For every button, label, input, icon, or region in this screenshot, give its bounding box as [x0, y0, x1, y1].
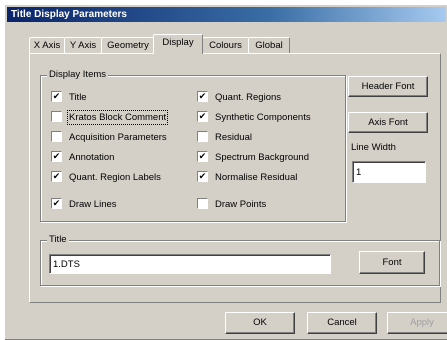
- checkbox-draw-points[interactable]: Draw Points: [197, 198, 266, 211]
- checkbox-draw-lines[interactable]: ✔ Draw Lines: [51, 198, 117, 211]
- checkbox-synthetic-components[interactable]: ✔ Synthetic Components: [197, 111, 311, 124]
- apply-button[interactable]: Apply: [387, 312, 447, 334]
- header-font-button[interactable]: Header Font: [348, 76, 428, 97]
- title-font-button[interactable]: Font: [359, 251, 425, 274]
- checkbox-box[interactable]: ✔: [51, 198, 62, 209]
- checkbox-box[interactable]: ✔: [197, 151, 208, 162]
- tab-colours[interactable]: Colours: [202, 37, 249, 54]
- checkbox-title[interactable]: ✔ Title: [51, 91, 87, 104]
- checkbox-quant-regions[interactable]: ✔ Quant. Regions: [197, 91, 281, 104]
- line-width-input[interactable]: [352, 161, 426, 183]
- checkbox-box[interactable]: [51, 131, 62, 142]
- checkbox-box[interactable]: ✔: [197, 171, 208, 182]
- checkbox-box[interactable]: ✔: [197, 91, 208, 102]
- title-input[interactable]: [49, 254, 331, 274]
- checkbox-spectrum-background[interactable]: ✔ Spectrum Background: [197, 151, 309, 164]
- checkbox-acquisition-parameters[interactable]: Acquisition Parameters: [51, 131, 167, 144]
- tab-display[interactable]: Display: [153, 34, 203, 54]
- tab-y-axis[interactable]: Y Axis: [64, 37, 102, 54]
- checkbox-box[interactable]: ✔: [51, 171, 62, 182]
- checkbox-box[interactable]: ✔: [51, 91, 62, 102]
- display-items-label: Display Items: [47, 69, 109, 80]
- checkbox-box[interactable]: ✔: [197, 111, 208, 122]
- tab-geometry[interactable]: Geometry: [101, 37, 155, 54]
- ok-button[interactable]: OK: [225, 312, 295, 334]
- dialog-window: Title Display Parameters X Axis Y Axis G…: [4, 4, 447, 340]
- cancel-button[interactable]: Cancel: [307, 312, 377, 334]
- axis-font-button[interactable]: Axis Font: [348, 112, 428, 133]
- checkbox-annotation[interactable]: ✔ Annotation: [51, 151, 114, 164]
- checkbox-box[interactable]: ✔: [51, 151, 62, 162]
- display-items-group: Display Items ✔ Title Kratos Block Commen…: [40, 69, 346, 222]
- line-width-label: Line Width: [349, 142, 398, 153]
- checkbox-box[interactable]: [197, 131, 208, 142]
- checkbox-kratos-block-comment[interactable]: Kratos Block Comment: [51, 110, 169, 125]
- checkbox-normalise-residual[interactable]: ✔ Normalise Residual: [197, 171, 297, 184]
- title-group: Title Font: [40, 234, 440, 286]
- tab-x-axis[interactable]: X Axis: [29, 37, 65, 54]
- tab-panel-display: Display Items ✔ Title Kratos Block Commen…: [29, 53, 441, 303]
- title-bar: Title Display Parameters: [7, 7, 446, 22]
- tab-global[interactable]: Global: [248, 37, 290, 54]
- line-width-group: Line Width: [345, 142, 429, 192]
- checkbox-quant-region-labels[interactable]: ✔ Quant. Region Labels: [51, 171, 161, 184]
- checkbox-residual[interactable]: Residual: [197, 131, 252, 144]
- checkbox-box[interactable]: [51, 111, 62, 122]
- title-group-label: Title: [47, 234, 69, 245]
- checkbox-box[interactable]: [197, 198, 208, 209]
